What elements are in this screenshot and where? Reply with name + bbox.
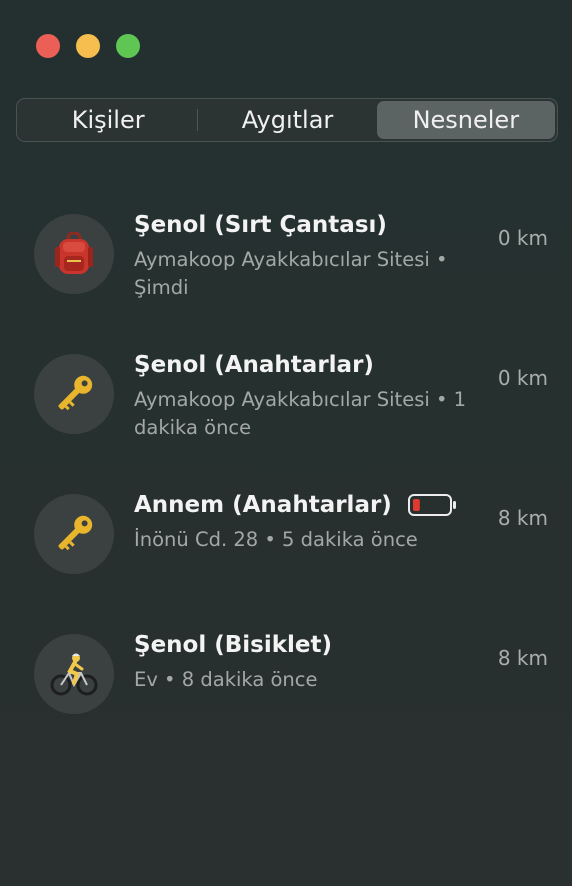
- item-title: Şenol (Sırt Çantası): [134, 212, 387, 238]
- find-my-window: Kişiler Aygıtlar Nesneler Şenol (Sırt Ça…: [0, 0, 572, 886]
- close-window-button[interactable]: [36, 34, 60, 58]
- item-name: Şenol (Bisiklet): [134, 632, 333, 658]
- item-avatar: [34, 214, 114, 294]
- list-item[interactable]: Şenol (Sırt Çantası) Aymakoop Ayakkabıcı…: [0, 200, 572, 340]
- low-battery-icon: [407, 494, 458, 516]
- item-location-time: İnönü Cd. 28 • 5 dakika önce: [134, 528, 418, 551]
- tab-people[interactable]: Kişiler: [19, 101, 197, 139]
- item-distance: 0 km: [497, 226, 548, 250]
- item-avatar: [34, 354, 114, 434]
- window-controls: [36, 34, 140, 58]
- backpack-icon: [55, 232, 93, 274]
- bicycle-icon: [50, 653, 98, 696]
- item-distance: 0 km: [497, 366, 548, 390]
- list-item[interactable]: Annem (Anahtarlar) İnönü Cd. 28 • 5 daki…: [0, 480, 572, 620]
- item-name: Annem (Anahtarlar): [134, 492, 392, 518]
- list-item[interactable]: Şenol (Bisiklet) Ev • 8 dakika önce 8 km: [0, 620, 572, 760]
- item-name: Şenol (Sırt Çantası): [134, 212, 387, 238]
- list-item[interactable]: Şenol (Anahtarlar) Aymakoop Ayakkabıcıla…: [0, 340, 572, 480]
- key-icon: [58, 375, 93, 411]
- item-distance: 8 km: [497, 646, 548, 670]
- category-segmented-control: Kişiler Aygıtlar Nesneler: [16, 98, 558, 142]
- item-distance: 8 km: [497, 506, 548, 530]
- item-name: Şenol (Anahtarlar): [134, 352, 374, 378]
- items-list: Şenol (Sırt Çantası) Aymakoop Ayakkabıcı…: [0, 200, 572, 760]
- minimize-window-button[interactable]: [76, 34, 100, 58]
- tab-devices[interactable]: Aygıtlar: [198, 101, 376, 139]
- zoom-window-button[interactable]: [116, 34, 140, 58]
- item-avatar: [34, 634, 114, 714]
- key-icon: [58, 515, 93, 551]
- item-avatar: [34, 494, 114, 574]
- item-location-time: Aymakoop Ayakkabıcılar Sitesi • Şimdi: [134, 248, 448, 299]
- item-location-time: Aymakoop Ayakkabıcılar Sitesi • 1 dakika…: [134, 388, 467, 439]
- item-title: Şenol (Bisiklet): [134, 632, 332, 658]
- item-title: Annem (Anahtarlar): [134, 492, 458, 518]
- item-title: Şenol (Anahtarlar): [134, 352, 374, 378]
- tab-items[interactable]: Nesneler: [376, 101, 555, 139]
- item-location-time: Ev • 8 dakika önce: [134, 668, 318, 691]
